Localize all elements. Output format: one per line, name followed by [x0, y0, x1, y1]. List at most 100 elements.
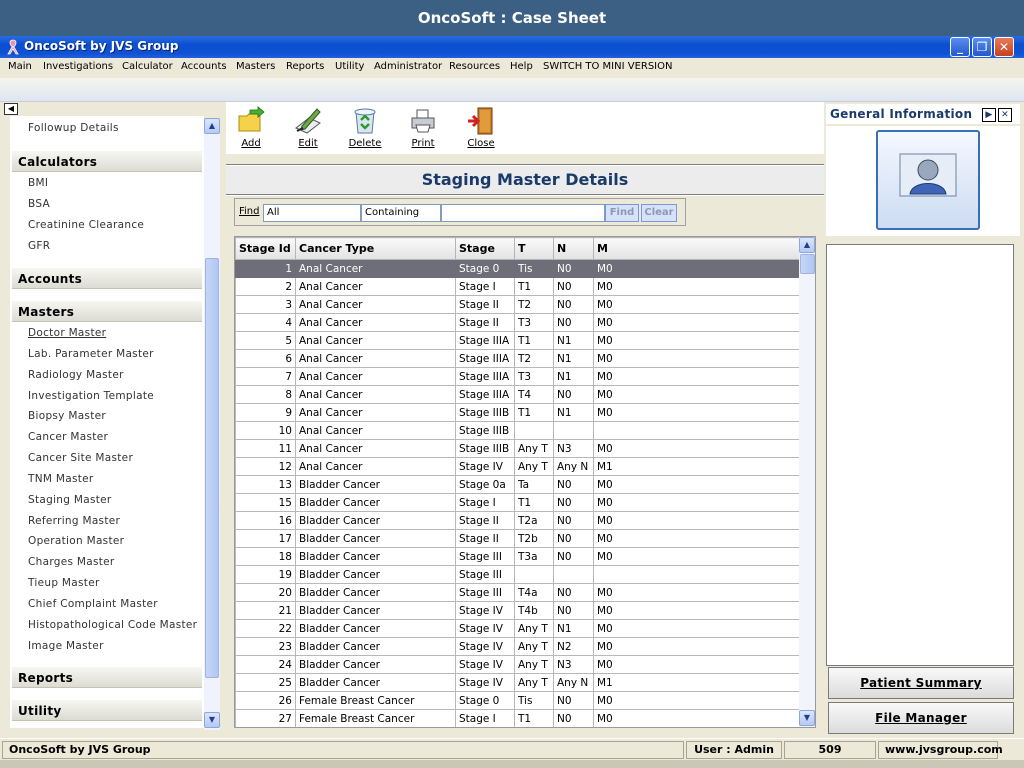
nav-tieup-master[interactable]: Tieup Master [28, 577, 100, 589]
table-row[interactable]: 23 Bladder Cancer Stage IV Any T N2 M0 [235, 637, 800, 656]
table-row[interactable]: 19 Bladder Cancer Stage III [235, 565, 800, 584]
column-header[interactable]: N [553, 237, 594, 260]
nav-charges-master[interactable]: Charges Master [28, 556, 115, 568]
table-row[interactable]: 4 Anal Cancer Stage II T3 N0 M0 [235, 313, 800, 332]
scroll-down-icon[interactable]: ▼ [204, 712, 220, 728]
menu-masters[interactable]: Masters [236, 61, 275, 72]
table-row[interactable]: 9 Anal Cancer Stage IIIB T1 N1 M0 [235, 403, 800, 422]
table-row[interactable]: 21 Bladder Cancer Stage IV T4b N0 M0 [235, 601, 800, 620]
nav-operation-master[interactable]: Operation Master [28, 535, 124, 547]
table-cell: Bladder Cancer [295, 511, 456, 530]
table-row[interactable]: 2 Anal Cancer Stage I T1 N0 M0 [235, 277, 800, 296]
find-mode-select[interactable]: Containing [361, 204, 441, 222]
table-row[interactable]: 25 Bladder Cancer Stage IV Any T Any N M1 [235, 673, 800, 692]
expand-panel-button[interactable]: ▶ [982, 108, 996, 122]
nav-bmi[interactable]: BMI [28, 177, 48, 189]
column-header[interactable]: M [593, 237, 800, 260]
nav-bsa[interactable]: BSA [28, 198, 50, 210]
edit-button[interactable]: Edit [283, 106, 333, 149]
menu-main[interactable]: Main [8, 61, 32, 72]
nav-group-calculators[interactable]: Calculators [12, 150, 202, 172]
menu-investigations[interactable]: Investigations [43, 61, 113, 72]
nav-doctor-master[interactable]: Doctor Master [28, 327, 106, 339]
table-row[interactable]: 3 Anal Cancer Stage II T2 N0 M0 [235, 295, 800, 314]
table-cell: 13 [235, 475, 296, 494]
nav-cancer-site-master[interactable]: Cancer Site Master [28, 452, 133, 464]
menu-help[interactable]: Help [510, 61, 533, 72]
table-scrollbar[interactable]: ▲ ▼ [799, 237, 815, 727]
table-row[interactable]: 15 Bladder Cancer Stage I T1 N0 M0 [235, 493, 800, 512]
table-row[interactable]: 6 Anal Cancer Stage IIIA T2 N1 M0 [235, 349, 800, 368]
table-row[interactable]: 10 Anal Cancer Stage IIIB [235, 421, 800, 440]
print-button[interactable]: Print [398, 106, 448, 149]
table-row[interactable]: 5 Anal Cancer Stage IIIA T1 N1 M0 [235, 331, 800, 350]
table-row[interactable]: 24 Bladder Cancer Stage IV Any T N3 M0 [235, 655, 800, 674]
menu-switch-mini[interactable]: SWITCH TO MINI VERSION [543, 61, 673, 72]
nav-group-utility[interactable]: Utility [12, 699, 202, 721]
patient-photo-button[interactable] [876, 130, 980, 230]
nav-biopsy-master[interactable]: Biopsy Master [28, 410, 106, 422]
table-row[interactable]: 11 Anal Cancer Stage IIIB Any T N3 M0 [235, 439, 800, 458]
sidebar-scrollbar[interactable]: ▲ ▼ [204, 118, 220, 730]
column-header[interactable]: Stage [455, 237, 515, 260]
menu-resources[interactable]: Resources [449, 61, 500, 72]
table-row[interactable]: 12 Anal Cancer Stage IV Any T Any N M1 [235, 457, 800, 476]
nav-investigation-template[interactable]: Investigation Template [28, 390, 154, 402]
patient-summary-button[interactable]: Patient Summary [828, 667, 1014, 699]
table-row[interactable]: 17 Bladder Cancer Stage II T2b N0 M0 [235, 529, 800, 548]
table-row[interactable]: 20 Bladder Cancer Stage III T4a N0 M0 [235, 583, 800, 602]
close-button[interactable]: Close [456, 106, 506, 149]
table-row[interactable]: 1 Anal Cancer Stage 0 Tis N0 M0 [235, 259, 800, 278]
menu-utility[interactable]: Utility [335, 61, 364, 72]
table-row[interactable]: 13 Bladder Cancer Stage 0a Ta N0 M0 [235, 475, 800, 494]
table-scroll-thumb[interactable] [800, 254, 815, 274]
column-header[interactable]: Cancer Type [295, 237, 456, 260]
sidebar-scroll-thumb[interactable] [205, 258, 219, 678]
minimize-button[interactable]: _ [950, 37, 970, 57]
nav-image-master[interactable]: Image Master [28, 640, 104, 652]
find-button[interactable]: Find [605, 204, 639, 222]
table-row[interactable]: 16 Bladder Cancer Stage II T2a N0 M0 [235, 511, 800, 530]
delete-button[interactable]: Delete [340, 106, 390, 149]
table-row[interactable]: 7 Anal Cancer Stage IIIA T3 N1 M0 [235, 367, 800, 386]
nav-lab-parameter-master[interactable]: Lab. Parameter Master [28, 348, 154, 360]
find-value-input[interactable] [441, 204, 605, 222]
close-window-button[interactable]: ✕ [994, 37, 1014, 57]
nav-followup-details[interactable]: Followup Details [28, 122, 119, 134]
nav-staging-master[interactable]: Staging Master [28, 494, 112, 506]
column-header[interactable]: Stage Id [235, 237, 296, 260]
table-row[interactable]: 8 Anal Cancer Stage IIIA T4 N0 M0 [235, 385, 800, 404]
column-header[interactable]: T [514, 237, 554, 260]
find-field-select[interactable]: All [263, 204, 361, 222]
table-row[interactable]: 26 Female Breast Cancer Stage 0 Tis N0 M0 [235, 691, 800, 710]
collapse-panel-button[interactable]: ◀ [4, 103, 18, 115]
add-button[interactable]: Add [226, 106, 276, 149]
nav-creatinine-clearance[interactable]: Creatinine Clearance [28, 219, 144, 231]
scroll-down-icon[interactable]: ▼ [799, 710, 815, 726]
nav-referring-master[interactable]: Referring Master [28, 515, 120, 527]
clear-button[interactable]: Clear [641, 204, 677, 222]
menu-accounts[interactable]: Accounts [181, 61, 227, 72]
table-row[interactable]: 18 Bladder Cancer Stage III T3a N0 M0 [235, 547, 800, 566]
scroll-up-icon[interactable]: ▲ [204, 118, 220, 134]
nav-cancer-master[interactable]: Cancer Master [28, 431, 108, 443]
scroll-up-icon[interactable]: ▲ [799, 237, 815, 253]
menu-reports[interactable]: Reports [286, 61, 324, 72]
restore-button[interactable]: ❐ [972, 37, 992, 57]
table-cell: Stage I [455, 493, 515, 512]
nav-radiology-master[interactable]: Radiology Master [28, 369, 124, 381]
file-manager-button[interactable]: File Manager [828, 702, 1014, 734]
close-panel-button[interactable]: ✕ [998, 108, 1012, 122]
menu-calculator[interactable]: Calculator [122, 61, 173, 72]
nav-tnm-master[interactable]: TNM Master [28, 473, 94, 485]
menu-administrator[interactable]: Administrator [374, 61, 442, 72]
table-row[interactable]: 22 Bladder Cancer Stage IV Any T N1 M0 [235, 619, 800, 638]
nav-histopathological-code-master[interactable]: Histopathological Code Master [28, 619, 197, 631]
nav-group-masters[interactable]: Masters [12, 300, 202, 322]
nav-gfr[interactable]: GFR [28, 240, 50, 252]
table-row[interactable]: 27 Female Breast Cancer Stage I T1 N0 M0 [235, 709, 800, 727]
nav-group-accounts[interactable]: Accounts [12, 267, 202, 289]
nav-group-reports[interactable]: Reports [12, 666, 202, 688]
table-cell: Stage IIIB [455, 421, 515, 440]
nav-chief-complaint-master[interactable]: Chief Complaint Master [28, 598, 158, 610]
